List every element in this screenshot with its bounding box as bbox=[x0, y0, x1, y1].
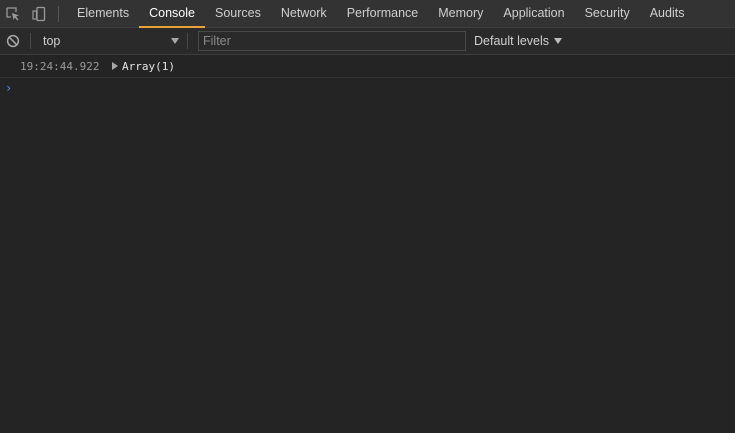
tab-application[interactable]: Application bbox=[493, 0, 574, 27]
clear-console-icon bbox=[6, 34, 20, 48]
device-toolbar-icon[interactable] bbox=[26, 0, 52, 27]
console-log-entry: 19:24:44.922 Array(1) bbox=[0, 55, 735, 78]
devtools-tabbar: Elements Console Sources Network Perform… bbox=[0, 0, 735, 28]
chevron-down-icon bbox=[554, 38, 563, 44]
log-levels-dropdown[interactable]: Default levels bbox=[474, 30, 563, 52]
context-value: top bbox=[43, 34, 61, 48]
filter-input[interactable] bbox=[198, 31, 466, 51]
log-timestamp: 19:24:44.922 bbox=[20, 59, 100, 73]
tab-console[interactable]: Console bbox=[139, 0, 205, 28]
tabbar-separator bbox=[58, 6, 59, 22]
tab-audits[interactable]: Audits bbox=[640, 0, 695, 27]
toolbar-separator bbox=[30, 33, 31, 49]
expand-triangle-icon[interactable] bbox=[112, 62, 118, 70]
inspect-element-icon[interactable] bbox=[0, 0, 26, 27]
tab-memory[interactable]: Memory bbox=[428, 0, 493, 27]
prompt-chevron-icon: › bbox=[5, 81, 13, 95]
context-selector[interactable]: top bbox=[35, 30, 183, 52]
object-preview[interactable]: Array(1) bbox=[122, 60, 175, 73]
console-output[interactable]: 19:24:44.922 Array(1) › bbox=[0, 55, 735, 433]
tab-network[interactable]: Network bbox=[271, 0, 337, 27]
log-levels-label: Default levels bbox=[474, 34, 550, 48]
clear-console-button[interactable] bbox=[0, 28, 26, 54]
toolbar-separator bbox=[187, 33, 188, 49]
tab-performance[interactable]: Performance bbox=[337, 0, 429, 27]
console-prompt[interactable]: › bbox=[0, 78, 735, 98]
tab-sources[interactable]: Sources bbox=[205, 0, 271, 27]
chevron-down-icon bbox=[171, 38, 179, 44]
tab-security[interactable]: Security bbox=[575, 0, 640, 27]
tab-elements[interactable]: Elements bbox=[67, 0, 139, 27]
console-toolbar: top Default levels bbox=[0, 28, 735, 55]
